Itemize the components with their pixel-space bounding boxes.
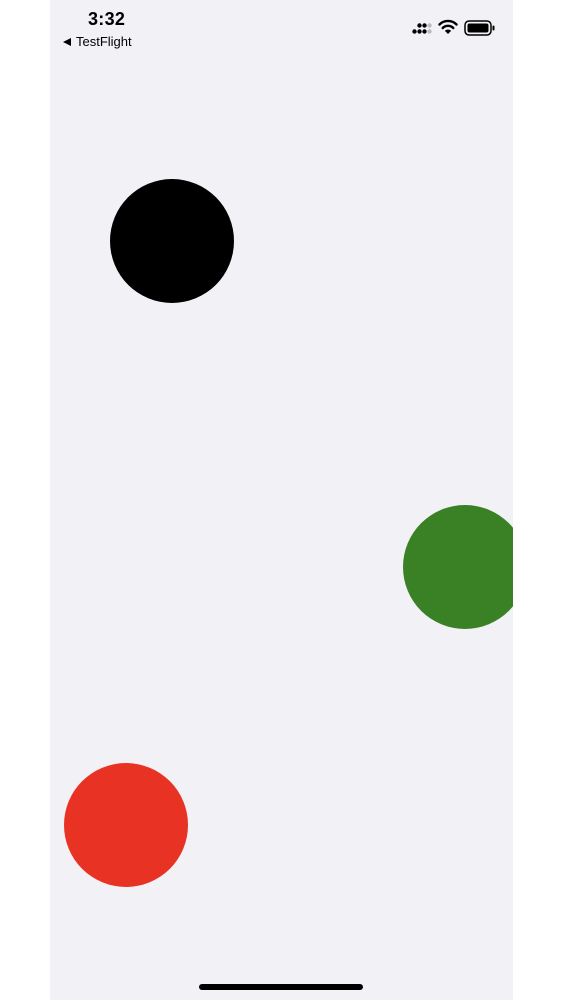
status-bar: 3:32 TestFlight [50,0,513,56]
home-indicator[interactable] [199,984,363,990]
green-circle[interactable] [403,505,513,629]
back-to-testflight-button[interactable]: TestFlight [63,34,132,49]
wifi-icon [438,19,458,34]
back-label: TestFlight [76,34,132,49]
back-arrow-icon [63,37,71,46]
battery-icon [464,20,495,36]
status-time: 3:32 [88,9,126,29]
black-circle[interactable] [110,179,234,303]
red-circle[interactable] [64,763,188,887]
app-screen: 3:32 TestFlight [50,0,513,1000]
signal-icon [412,23,432,34]
